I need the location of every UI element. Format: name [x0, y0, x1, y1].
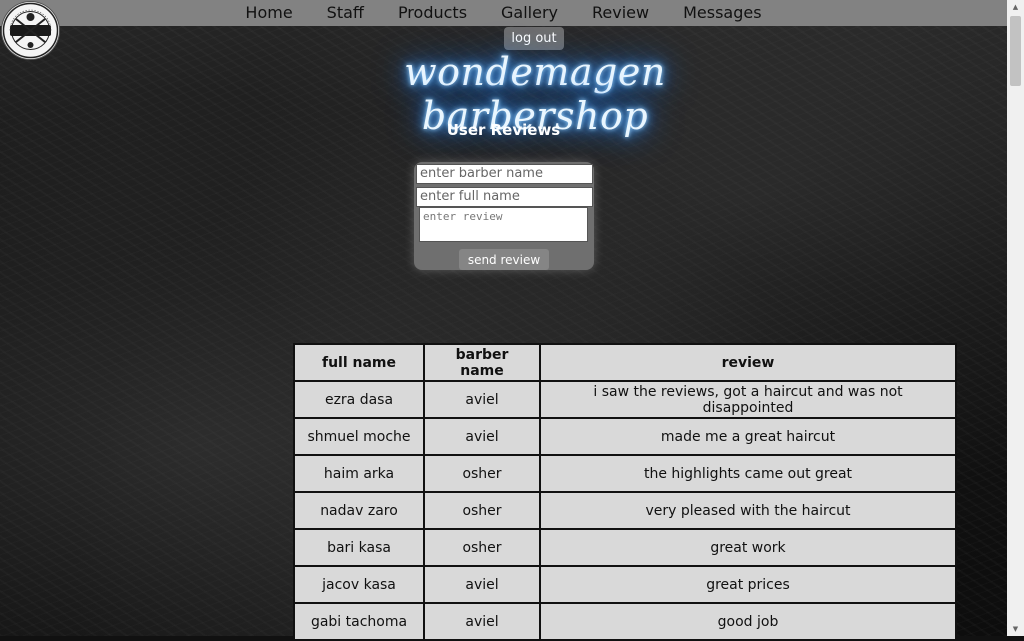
cell-barber-name: osher	[423, 454, 541, 493]
cell-review: good job	[539, 602, 957, 641]
reviews-table: full name barber name review ezra dasa a…	[293, 343, 957, 641]
cell-barber-name: aviel	[423, 380, 541, 419]
column-header-full-name: full name	[293, 343, 425, 382]
cell-full-name: gabi tachoma	[293, 602, 425, 641]
nav-staff[interactable]: Staff	[310, 1, 381, 25]
table-row: bari kasa osher great work	[293, 528, 957, 567]
table-row: haim arka osher the highlights came out …	[293, 454, 957, 493]
cell-full-name: haim arka	[293, 454, 425, 493]
cell-review: very pleased with the haircut	[539, 491, 957, 530]
top-navbar: Home Staff Products Gallery Review Messa…	[0, 0, 1007, 26]
review-textarea[interactable]: enter review	[419, 207, 588, 242]
scroll-up-arrow-icon[interactable]: ▲	[1007, 0, 1024, 14]
cell-barber-name: aviel	[423, 417, 541, 456]
logout-button[interactable]: log out	[504, 27, 564, 50]
cell-full-name: jacov kasa	[293, 565, 425, 604]
full-name-input[interactable]: enter full name	[416, 187, 593, 207]
cell-barber-name: aviel	[423, 602, 541, 641]
table-row: shmuel moche aviel made me a great hairc…	[293, 417, 957, 456]
column-header-barber-name: barber name	[423, 343, 541, 382]
table-row: jacov kasa aviel great prices	[293, 565, 957, 604]
barber-name-input[interactable]: enter barber name	[416, 164, 593, 184]
cell-barber-name: osher	[423, 491, 541, 530]
cell-full-name: shmuel moche	[293, 417, 425, 456]
table-header-row: full name barber name review	[293, 343, 957, 382]
cell-full-name: bari kasa	[293, 528, 425, 567]
column-header-review: review	[539, 343, 957, 382]
cell-review: made me a great haircut	[539, 417, 957, 456]
cell-full-name: nadav zaro	[293, 491, 425, 530]
nav-gallery[interactable]: Gallery	[484, 1, 575, 25]
cell-full-name: ezra dasa	[293, 380, 425, 419]
scrollbar-thumb[interactable]	[1010, 16, 1021, 86]
logo-emblem-icon	[2, 2, 59, 59]
cell-review: the highlights came out great	[539, 454, 957, 493]
cell-review: i saw the reviews, got a haircut and was…	[539, 380, 957, 419]
nav-products[interactable]: Products	[381, 1, 484, 25]
page-title: User Reviews	[446, 121, 561, 139]
review-form: enter barber name enter full name enter …	[414, 162, 594, 270]
nav-review[interactable]: Review	[575, 1, 666, 25]
scroll-down-arrow-icon[interactable]: ▼	[1007, 622, 1024, 636]
table-row: ezra dasa aviel i saw the reviews, got a…	[293, 380, 957, 419]
table-row: nadav zaro osher very pleased with the h…	[293, 491, 957, 530]
cell-barber-name: aviel	[423, 565, 541, 604]
cell-review: great work	[539, 528, 957, 567]
vertical-scrollbar[interactable]: ▲ ▼	[1007, 0, 1024, 636]
nav-messages[interactable]: Messages	[666, 1, 778, 25]
cell-review: great prices	[539, 565, 957, 604]
cell-barber-name: osher	[423, 528, 541, 567]
barbershop-logo[interactable]	[2, 2, 59, 59]
nav-home[interactable]: Home	[228, 1, 309, 25]
table-row: gabi tachoma aviel good job	[293, 602, 957, 641]
send-review-button[interactable]: send review	[459, 249, 549, 270]
